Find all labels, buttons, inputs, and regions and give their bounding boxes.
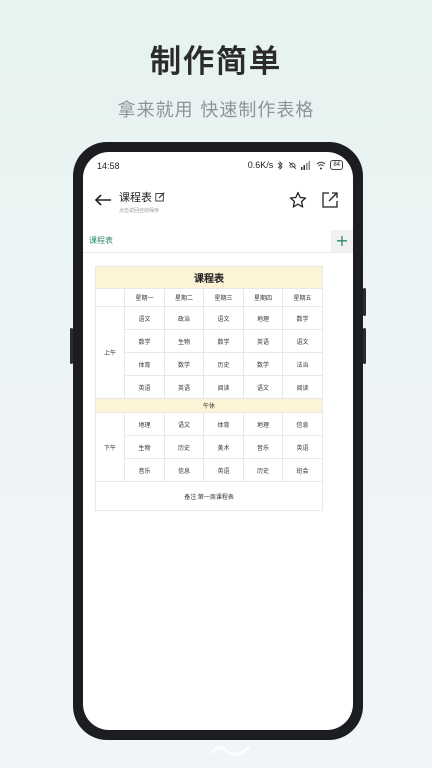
plus-icon: + <box>335 231 349 250</box>
table-cell[interactable]: 体育 <box>124 352 165 376</box>
table-cell[interactable]: 生物 <box>164 329 204 353</box>
status-bar: 14:58 0.6K/s 84 <box>83 152 353 176</box>
table-header-row: 星期一 星期二 星期三 星期四 星期五 <box>95 288 324 307</box>
table-cell[interactable]: 数学 <box>203 329 244 353</box>
table-cell[interactable]: 语文 <box>243 375 283 399</box>
table-row: 数学 生物 数学 英语 语文 <box>96 329 324 353</box>
phone-volume-button <box>363 288 366 316</box>
app-bar: 课程表 点击返回自动保存 <box>83 182 353 222</box>
table-cell[interactable]: 英语 <box>124 375 165 399</box>
network-speed: 0.6K/s <box>247 160 274 170</box>
table-cell[interactable]: 美术 <box>203 435 244 459</box>
status-icons: 0.6K/s 84 <box>248 160 343 170</box>
promo-headline: 制作简单 <box>150 44 282 80</box>
phone-screen: 14:58 0.6K/s 84 课程表 点击返回自动保存 课程表 + 课程表 星… <box>83 152 353 730</box>
table-cell[interactable]: 数学 <box>164 352 204 376</box>
table-cell[interactable]: 数学 <box>243 352 283 376</box>
wifi-icon <box>316 161 326 169</box>
edit-icon[interactable] <box>155 192 165 202</box>
bluetooth-icon <box>278 160 283 170</box>
table-cell[interactable]: 音乐 <box>243 435 283 459</box>
header-cell[interactable]: 星期一 <box>124 288 165 307</box>
star-icon[interactable] <box>289 191 307 209</box>
table-cell[interactable]: 数学 <box>281 306 324 330</box>
table-cell[interactable]: 数学 <box>124 329 165 353</box>
table-cell[interactable]: 政治 <box>164 306 204 330</box>
morning-label[interactable]: 上午 <box>95 306 125 399</box>
tab-schedule[interactable]: 课程表 <box>89 230 113 251</box>
page-title-row[interactable]: 课程表 <box>119 189 165 205</box>
table-row: 体育 数学 历史 数学 法治 <box>96 352 324 376</box>
table-cell[interactable]: 语文 <box>164 412 204 436</box>
add-sheet-button[interactable]: + <box>331 230 353 252</box>
table-cell[interactable]: 生物 <box>124 435 165 459</box>
table-row: 下午 地理 语文 体育 地理 信息 <box>95 412 324 482</box>
table-cell[interactable]: 阅读 <box>281 375 324 399</box>
sheet-tab-bar: 课程表 + <box>83 230 353 253</box>
signal-icon <box>301 160 311 170</box>
table-cell[interactable]: 英语 <box>203 458 244 482</box>
table-cell[interactable]: 体育 <box>203 412 244 436</box>
table-cell[interactable]: 地理 <box>243 306 283 330</box>
header-cell[interactable]: 星期四 <box>243 288 283 307</box>
table-cell[interactable]: 班会 <box>281 458 324 482</box>
header-cell[interactable]: 星期五 <box>281 288 324 307</box>
table-cell[interactable]: 阅读 <box>203 375 244 399</box>
table-note[interactable]: 备注:第一周课程表 <box>94 481 324 511</box>
title-block: 课程表 点击返回自动保存 <box>119 189 165 214</box>
back-arrow-icon[interactable] <box>93 190 113 210</box>
page-subtitle: 点击返回自动保存 <box>119 208 160 214</box>
table-cell[interactable]: 法治 <box>281 352 324 376</box>
phone-power-button <box>363 328 366 364</box>
mute-icon <box>289 161 297 169</box>
table-cell[interactable]: 地理 <box>124 412 165 436</box>
table-cell[interactable]: 语文 <box>203 306 244 330</box>
table-cell[interactable]: 信息 <box>281 412 324 436</box>
table-cell[interactable]: 语文 <box>281 329 324 353</box>
phone-side-button <box>70 328 73 364</box>
table-cell[interactable]: 语文 <box>124 306 165 330</box>
table-cell[interactable]: 信息 <box>164 458 204 482</box>
table-cell[interactable]: 历史 <box>243 458 283 482</box>
phone-frame: 14:58 0.6K/s 84 课程表 点击返回自动保存 课程表 + 课程表 星… <box>70 142 366 740</box>
page-title: 课程表 <box>119 191 152 204</box>
table-cell[interactable]: 英语 <box>164 375 204 399</box>
share-icon[interactable] <box>321 191 339 209</box>
table-cell[interactable]: 英语 <box>281 435 324 459</box>
table-row: 英语 英语 阅读 语文 阅读 <box>96 375 324 399</box>
table-row: 音乐 信息 英语 历史 班会 <box>96 458 324 482</box>
status-time: 14:58 <box>97 161 120 171</box>
promo-subline: 拿来就用 快速制作表格 <box>117 100 315 121</box>
table-cell[interactable]: 英语 <box>243 329 283 353</box>
table-cell[interactable]: 历史 <box>164 435 204 459</box>
table-title[interactable]: 课程表 <box>94 266 324 289</box>
schedule-table: 课程表 星期一 星期二 星期三 星期四 星期五 上午 语文 政治 语文 地理 数… <box>94 266 324 511</box>
table-cell[interactable]: 音乐 <box>124 458 165 482</box>
header-cell[interactable]: 星期二 <box>164 288 204 307</box>
table-cell[interactable]: 地理 <box>243 412 283 436</box>
watermark-logo <box>210 746 250 756</box>
table-row: 生物 历史 美术 音乐 英语 <box>96 435 324 459</box>
table-row: 上午 语文 政治 语文 地理 数学 <box>95 306 324 399</box>
header-cell[interactable] <box>95 288 125 307</box>
table-cell[interactable]: 历史 <box>203 352 244 376</box>
afternoon-label[interactable]: 下午 <box>95 412 125 482</box>
header-cell[interactable]: 星期三 <box>203 288 244 307</box>
noon-break-row[interactable]: 午休 <box>94 398 324 413</box>
battery-indicator: 84 <box>330 160 343 170</box>
